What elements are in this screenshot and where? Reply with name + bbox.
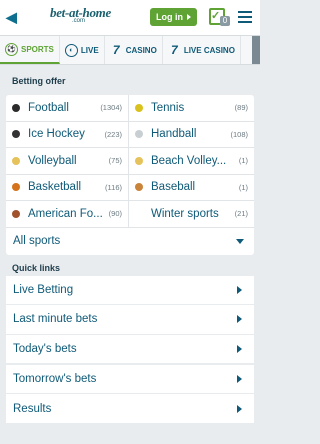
chevron-right-icon [237, 315, 242, 324]
betslip-count-badge: 0 [220, 16, 230, 26]
sport-name: Football [28, 101, 69, 114]
nav-tab-label: LIVE CASINO [183, 45, 235, 55]
sport-category-nav: ⚽ SPORTS ◐ LIVE 7 CASINO 7 LIVE CASINO [0, 35, 260, 65]
chevron-right-icon [237, 285, 242, 294]
chevron-right-icon [237, 404, 242, 413]
volleyball-icon [12, 156, 20, 165]
app-header: ◀ bet-at-home .com Log in ✓ 0 [0, 0, 260, 35]
sport-event-count: (21) [234, 209, 248, 219]
login-button[interactable]: Log in [150, 8, 197, 26]
quick-link-label: Tomorrow's bets [13, 372, 97, 385]
sport-item[interactable]: Ice Hockey (223) [6, 121, 129, 148]
sport-item[interactable]: Football (1304) [6, 95, 129, 122]
quick-links-list: Live Betting Last minute bets Today's bets… [6, 275, 254, 423]
quick-link-item[interactable]: Tomorrow's bets [6, 364, 254, 394]
handball-icon [135, 130, 143, 139]
sport-item[interactable]: Beach Volley... (1) [129, 148, 254, 175]
nav-tab-live-casino[interactable]: 7 LIVE CASINO [163, 36, 241, 64]
sport-event-count: (89) [234, 103, 248, 113]
sport-name: Handball [151, 128, 197, 141]
sport-event-count: (1304) [100, 103, 122, 113]
quick-link-item[interactable]: Last minute bets [6, 305, 254, 334]
sport-item[interactable]: Tennis (89) [129, 95, 254, 122]
betting-offer-panel: Football (1304) Tennis (89) Ice Hockey (223) H… [6, 95, 254, 255]
sport-event-count: (75) [108, 156, 122, 166]
soccer-ball-icon: ⚽ [5, 42, 18, 56]
ice-hockey-puck-icon [12, 130, 20, 139]
sport-event-count: (223) [104, 129, 122, 139]
sport-name: Volleyball [28, 154, 77, 167]
sport-item[interactable]: American Fo... (90) [6, 201, 129, 228]
sport-name: American Fo... [28, 207, 103, 220]
nav-tab-label: SPORTS [21, 44, 54, 54]
nav-tab-label: CASINO [125, 45, 157, 55]
nav-tab-casino[interactable]: 7 CASINO [105, 36, 163, 64]
sport-name: Tennis [151, 101, 185, 114]
quick-link-item[interactable]: Today's bets [6, 334, 254, 364]
chevron-right-icon [237, 374, 242, 383]
betslip-button[interactable]: ✓ 0 [208, 7, 230, 27]
baseball-icon [135, 183, 143, 192]
nav-tab-label: LIVE [80, 45, 99, 55]
sport-event-count: (1) [238, 156, 248, 166]
quick-link-item[interactable]: Results [6, 394, 254, 423]
winter-sports-icon [135, 209, 143, 218]
beach-volleyball-icon [135, 156, 143, 165]
nav-tab-sports[interactable]: ⚽ SPORTS [0, 36, 60, 64]
bet-at-home-logo[interactable]: bet-at-home .com [50, 4, 114, 31]
login-label: Log in [156, 12, 183, 22]
quick-link-label: Last minute bets [13, 313, 98, 326]
hamburger-menu-icon[interactable] [238, 11, 252, 26]
quick-link-label: Live Betting [13, 283, 74, 296]
sport-event-count: (1) [238, 182, 248, 192]
sport-event-count: (90) [108, 209, 122, 219]
betting-offer-title: Betting offer [12, 76, 66, 86]
sport-item[interactable]: Handball (108) [129, 122, 254, 148]
quick-link-label: Today's bets [13, 343, 77, 356]
sport-item[interactable]: Basketball (116) [6, 174, 129, 201]
all-sports-label: All sports [13, 235, 61, 247]
quick-link-label: Results [13, 402, 52, 415]
all-sports-dropdown[interactable]: All sports [6, 228, 254, 255]
nav-tab-live[interactable]: ◐ LIVE [60, 36, 105, 64]
sport-grid: Football (1304) Tennis (89) Ice Hockey (223) H… [6, 95, 254, 228]
football-icon [12, 103, 20, 112]
logo-subtext: .com [72, 18, 86, 24]
sport-name: Ice Hockey [28, 128, 85, 141]
sport-item[interactable]: Volleyball (75) [6, 148, 129, 175]
sport-name: Beach Volley... [151, 154, 227, 167]
live-casino-seven-icon: 7 [170, 43, 178, 57]
sport-event-count: (108) [230, 129, 248, 139]
american-football-icon [12, 209, 20, 218]
casino-seven-icon: 7 [112, 43, 120, 57]
live-ball-icon: ◐ [64, 43, 78, 57]
quick-link-item[interactable]: Live Betting [6, 275, 254, 304]
sport-item[interactable]: Baseball (1) [129, 175, 254, 201]
chevron-down-icon [236, 238, 244, 244]
check-icon: ✓ [211, 10, 221, 22]
sport-item[interactable]: Winter sports (21) [129, 201, 254, 228]
tennis-ball-icon [135, 103, 143, 112]
sport-name: Baseball [151, 181, 196, 194]
play-arrow-icon [187, 14, 191, 20]
quick-links-title: Quick links [12, 262, 61, 273]
basketball-icon [12, 183, 20, 192]
sport-event-count: (116) [105, 182, 122, 192]
sport-name: Winter sports [151, 207, 219, 220]
back-arrow-icon[interactable]: ◀ [6, 0, 20, 35]
chevron-right-icon [237, 345, 242, 354]
nav-scroll-indicator[interactable] [252, 36, 260, 64]
sport-name: Basketball [28, 181, 82, 194]
